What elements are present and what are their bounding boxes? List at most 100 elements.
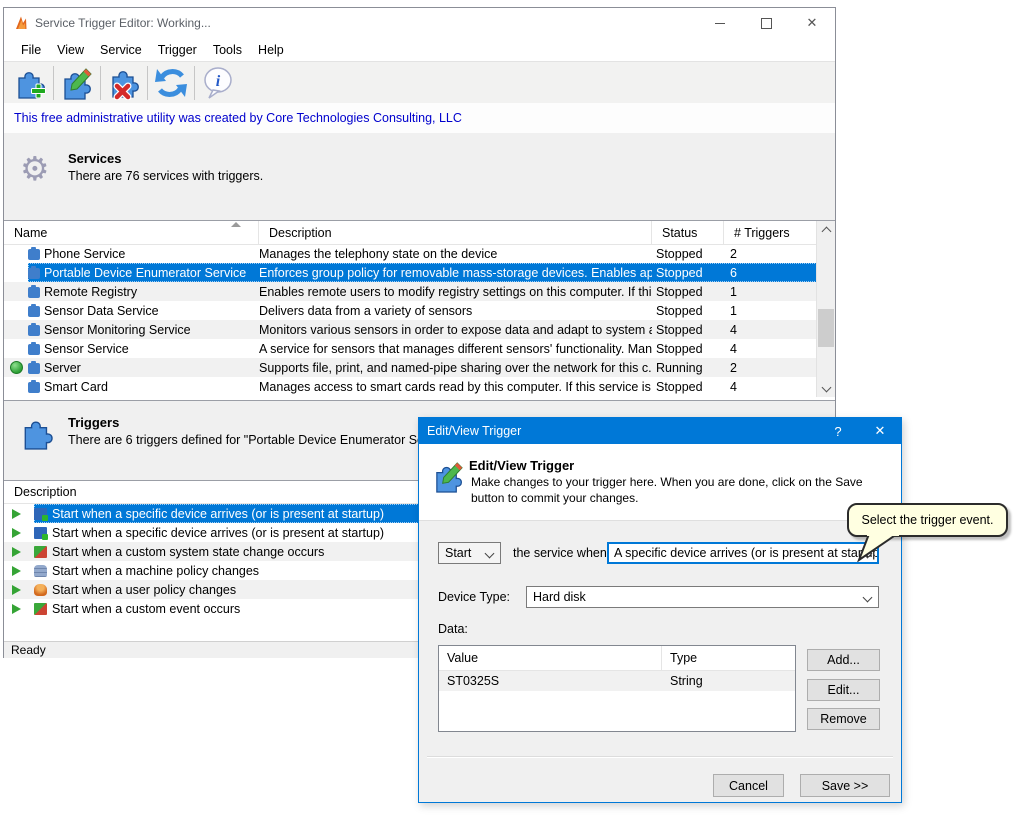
service-name: Smart Card [44,379,108,394]
toolbar-separator [194,65,195,100]
dialog-help-button[interactable]: ? [817,418,859,444]
banner: This free administrative utility was cre… [4,103,835,134]
app-icon [16,16,27,29]
column-header-value[interactable]: Value [439,646,662,670]
trigger-type-icon [34,583,47,596]
service-status: Running [656,360,703,375]
services-scrollbar[interactable] [816,221,835,397]
column-header-status[interactable]: Status [652,221,724,244]
status-text: Ready [11,643,46,657]
column-header-type[interactable]: Type [662,646,795,670]
service-puzzle-icon [28,341,40,355]
service-name: Sensor Data Service [44,303,159,318]
table-row[interactable]: Server Supports file, print, and named-p… [4,358,817,377]
chevron-down-icon [862,592,873,603]
info-icon: i [204,66,232,99]
services-rows: Phone Service Manages the telephony stat… [4,244,817,397]
menu-tools[interactable]: Tools [205,41,250,59]
trigger-description: Start when a custom event occurs [52,601,241,616]
edit-button[interactable]: Edit... [807,679,880,701]
trigger-description: Start when a user policy changes [52,582,237,597]
menu-file[interactable]: File [13,41,49,59]
minimize-button[interactable] [697,8,743,38]
add-trigger-icon [18,71,46,99]
data-value: ST0325S [447,674,500,688]
toolbar-separator [100,65,101,100]
triggers-title: Triggers [68,415,120,430]
data-table: Value Type ST0325S String [438,645,796,732]
service-trigger-count: 4 [730,379,737,394]
scrollbar-thumb[interactable] [818,309,834,347]
scroll-up-icon[interactable] [817,221,835,238]
services-subtitle: There are 76 services with triggers. [68,169,264,183]
add-button[interactable]: Add... [807,649,880,671]
data-type: String [670,674,703,688]
table-row[interactable]: Remote Registry Enables remote users to … [4,282,817,301]
edit-trigger-button[interactable] [57,65,97,101]
device-type-label: Device Type: [438,590,511,604]
table-row[interactable]: Sensor Service A service for sensors tha… [4,339,817,358]
column-header-name[interactable]: Name [4,221,259,244]
service-puzzle-icon [28,303,40,317]
service-description: Monitors various sensors in order to exp… [259,322,652,337]
delete-trigger-button[interactable] [104,65,144,101]
column-header-description[interactable]: Description [259,221,652,244]
table-row[interactable]: Smart Card Manages access to smart cards… [4,377,817,396]
triggers-subtitle: There are 6 triggers defined for "Portab… [68,433,459,447]
close-button[interactable]: ✕ [789,8,835,38]
table-row[interactable]: Phone Service Manages the telephony stat… [4,244,817,263]
service-name: Phone Service [44,246,126,261]
delete-trigger-icon [112,70,139,100]
service-puzzle-icon [28,284,40,298]
services-gear-icon: ⚙ [20,149,50,188]
menu-trigger[interactable]: Trigger [150,41,205,59]
callout-tail [857,534,899,562]
table-row[interactable]: ST0325S String [439,671,795,691]
trigger-type-icon [34,564,47,577]
trigger-description: Start when a machine policy changes [52,563,260,578]
service-description: Supports file, print, and named-pipe sha… [259,360,652,375]
table-row[interactable]: Sensor Data Service Delivers data from a… [4,301,817,320]
service-status: Stopped [656,303,703,318]
start-action-icon [12,565,21,576]
data-label: Data: [438,622,468,636]
dialog-close-button[interactable]: ✕ [859,418,901,444]
column-header-triggers[interactable]: # Triggers [724,221,817,244]
services-panel-header: ⚙ Services There are 76 services with tr… [4,133,835,220]
add-trigger-button[interactable] [10,65,50,101]
service-status: Stopped [656,341,703,356]
toolbar-separator [53,65,54,100]
service-name: Sensor Monitoring Service [44,322,191,337]
menu-bar: File View Service Trigger Tools Help [4,38,835,61]
start-action-icon [12,527,21,538]
window-title: Service Trigger Editor: Working... [35,16,211,30]
action-select[interactable]: Start [438,542,501,564]
service-name: Remote Registry [44,284,138,299]
save-button[interactable]: Save >> [800,774,890,797]
service-status: Stopped [656,284,703,299]
table-row[interactable]: Sensor Monitoring Service Monitors vario… [4,320,817,339]
trigger-type-icon [34,507,48,521]
service-description: Delivers data from a variety of sensors [259,303,473,318]
table-row[interactable]: Portable Device Enumerator Service Enfor… [4,263,817,282]
toolbar: i [4,61,835,104]
refresh-button[interactable] [151,65,191,101]
trigger-description: Start when a custom system state change … [52,544,325,559]
service-status: Stopped [656,322,703,337]
maximize-button[interactable] [743,8,789,38]
service-trigger-count: 2 [730,360,737,375]
menu-help[interactable]: Help [250,41,292,59]
remove-button[interactable]: Remove [807,708,880,730]
cancel-button[interactable]: Cancel [713,774,784,797]
service-description: A service for sensors that manages diffe… [259,341,652,356]
device-type-select[interactable]: Hard disk [526,586,879,608]
menu-service[interactable]: Service [92,41,150,59]
about-button[interactable]: i [198,65,238,101]
service-trigger-count: 1 [730,284,737,299]
edit-trigger-icon [436,462,463,493]
menu-view[interactable]: View [49,41,92,59]
service-puzzle-icon [28,322,40,336]
scroll-down-icon[interactable] [817,380,835,397]
trigger-event-select[interactable]: A specific device arrives (or is present… [607,542,879,564]
service-name: Sensor Service [44,341,129,356]
